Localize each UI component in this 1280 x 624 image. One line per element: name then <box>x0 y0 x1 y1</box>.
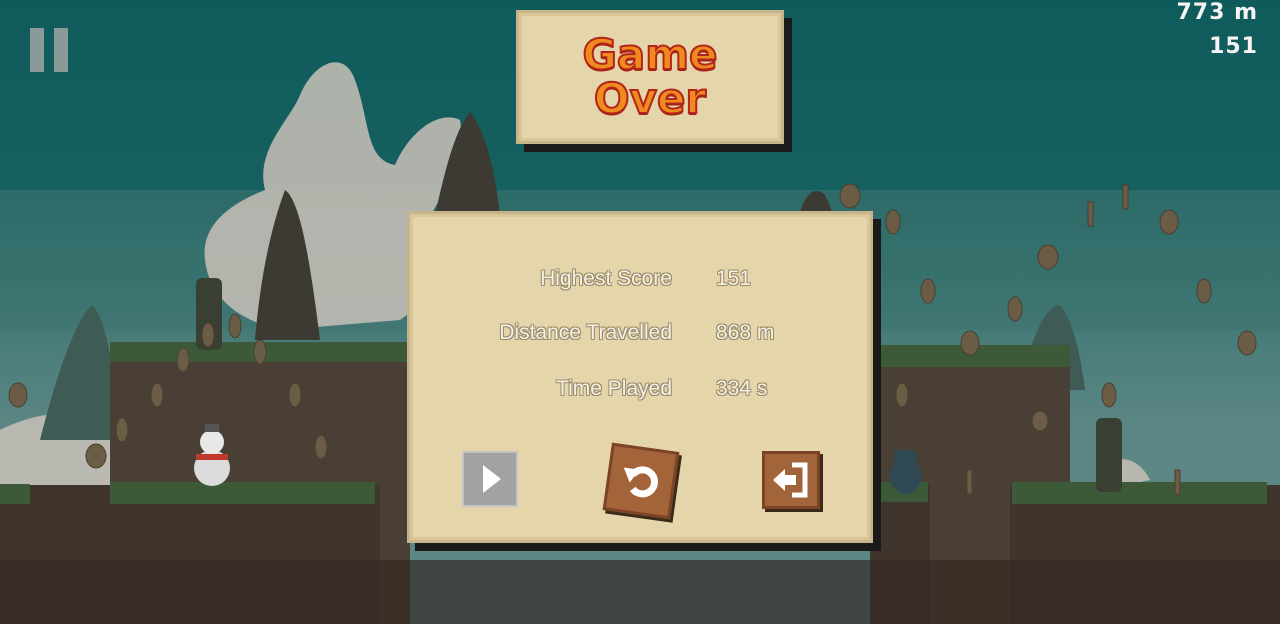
stat-label: Highest Score <box>540 267 672 290</box>
game-over-title: Game Over <box>581 30 718 123</box>
play-icon <box>483 465 501 493</box>
pause-button[interactable] <box>30 28 70 72</box>
exit-icon <box>773 462 808 498</box>
exit-button[interactable] <box>762 451 820 509</box>
stat-row-distance-travelled: Distance Travelled 868 m <box>410 321 870 351</box>
stat-value: 151 <box>716 267 752 290</box>
stat-row-highest-score: Highest Score 151 <box>410 267 870 297</box>
restart-button[interactable] <box>602 442 680 520</box>
stats-panel: Highest Score 151 Distance Travelled 868… <box>407 211 873 543</box>
distance-counter: 773 m <box>1176 0 1258 25</box>
resume-button[interactable] <box>462 451 518 507</box>
stat-label: Time Played <box>556 377 672 400</box>
restart-icon <box>623 466 658 498</box>
pause-icon <box>30 28 44 72</box>
stat-row-time-played: Time Played 334 s <box>410 377 870 407</box>
stat-value: 868 m <box>716 321 775 344</box>
stat-value: 334 s <box>716 377 768 400</box>
score-counter: 151 <box>1209 34 1258 59</box>
game-over-title-panel: Game Over <box>516 10 784 144</box>
stat-label: Distance Travelled <box>499 321 672 344</box>
